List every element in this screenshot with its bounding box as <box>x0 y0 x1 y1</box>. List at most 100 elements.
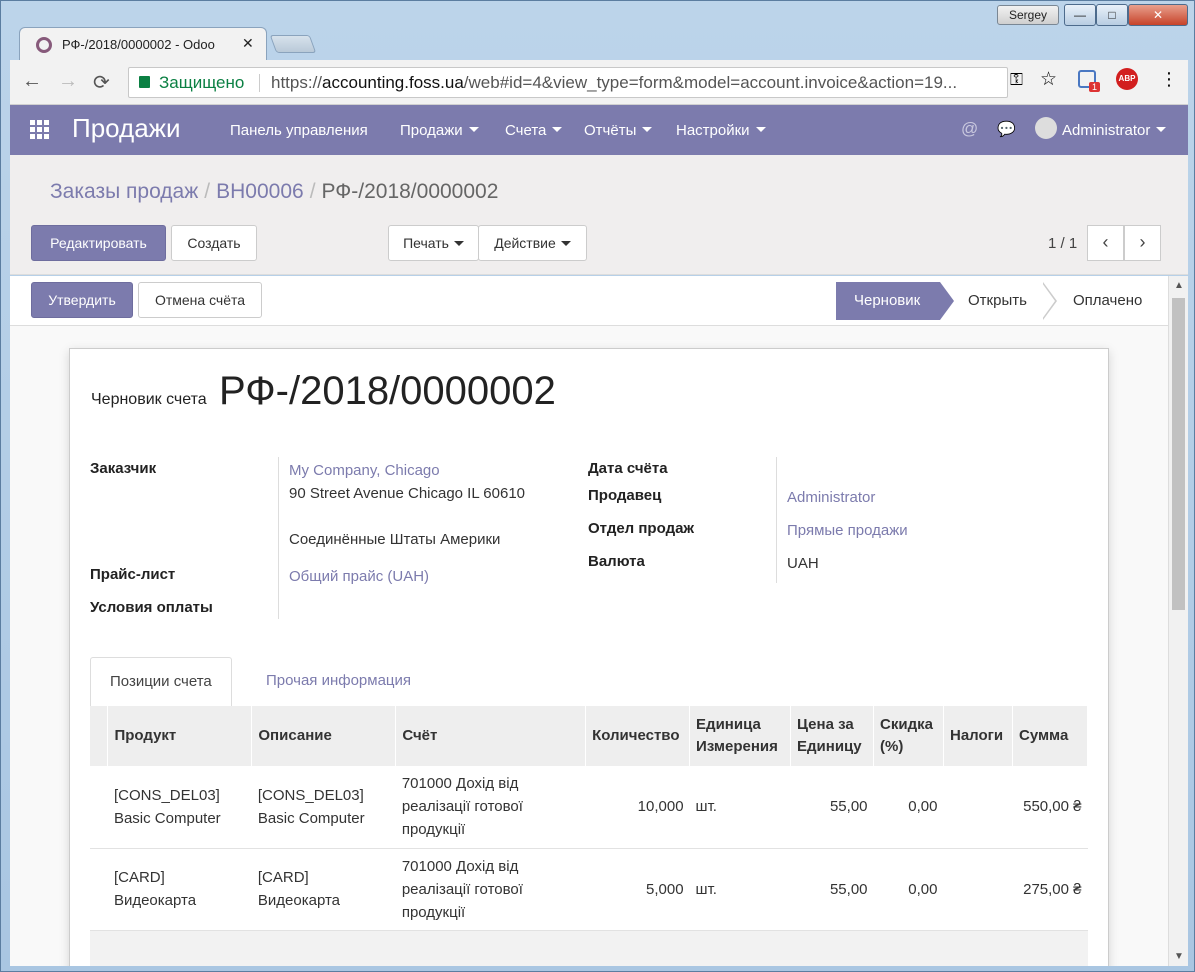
maximize-button[interactable]: □ <box>1096 4 1128 26</box>
app-name: Продажи <box>72 113 181 143</box>
invoice-lines-table: Продукт Описание Счёт Количество Единица… <box>90 706 1089 966</box>
create-button[interactable]: Создать <box>171 225 257 261</box>
extension-badge: 1 <box>1089 82 1101 92</box>
pricelist-link[interactable]: Общий прайс (UAH) <box>289 568 429 585</box>
form-view: Утвердить Отмена счёта Черновик Открыть … <box>10 276 1168 966</box>
cell-taxes <box>943 766 1013 849</box>
user-avatar[interactable] <box>1035 117 1057 139</box>
salesperson-link[interactable]: Administrator <box>787 489 875 506</box>
col-quantity[interactable]: Количество <box>585 706 691 766</box>
cell-taxes <box>943 848 1013 931</box>
status-draft[interactable]: Черновик <box>836 282 954 320</box>
pager-value[interactable]: 1 / 1 <box>1048 235 1077 252</box>
status-open[interactable]: Открыть <box>968 282 1027 320</box>
apps-grid-icon[interactable] <box>30 120 50 139</box>
col-account[interactable]: Счёт <box>395 706 587 766</box>
customer-address: 90 Street Avenue Chicago IL 60610 <box>289 485 526 502</box>
browser-window: Sergey — □ ✕ РФ-/2018/0000002 - Odoo ✕ ←… <box>0 0 1195 972</box>
tab-close-icon[interactable]: ✕ <box>242 35 254 52</box>
col-subtotal[interactable]: Сумма <box>1012 706 1089 766</box>
breadcrumb-current: РФ-/2018/0000002 <box>321 180 499 203</box>
menu-reports[interactable]: Отчёты <box>584 122 652 139</box>
breadcrumb-sales-orders[interactable]: Заказы продаж <box>50 180 198 203</box>
url-text: https://accounting.foss.ua/web#id=4&view… <box>271 73 958 92</box>
salesperson-label: Продавец <box>588 487 662 504</box>
new-tab-button[interactable] <box>269 35 317 53</box>
browser-toolbar: ← → ⟳ Защищено https://accounting.foss.u… <box>10 60 1188 105</box>
action-dropdown[interactable]: Действие <box>478 225 587 261</box>
minimize-button[interactable]: — <box>1064 4 1096 26</box>
mentions-icon[interactable]: @ <box>961 119 978 139</box>
cell-account: 701000 Дохід від реалізації готової продук… <box>395 766 586 849</box>
address-divider <box>259 74 260 92</box>
cell-uom: шт. <box>689 766 791 849</box>
invoice-title-prefix: Черновик счета <box>91 391 207 408</box>
cell-uom: шт. <box>689 848 791 931</box>
sales-team-label: Отдел продаж <box>588 520 695 537</box>
cell-quantity: 10,000 <box>585 766 690 849</box>
scroll-thumb[interactable] <box>1172 298 1185 610</box>
status-paid[interactable]: Оплачено <box>1073 282 1142 320</box>
pager-previous[interactable]: ‹ <box>1087 225 1124 261</box>
pricelist-label: Прайс-лист <box>90 566 176 583</box>
adblock-icon[interactable]: ABP <box>1116 68 1138 90</box>
row-handle <box>90 766 108 849</box>
handle-header <box>90 706 109 766</box>
row-handle <box>90 848 108 931</box>
breadcrumb: Заказы продаж / ВН00006/РФ-/2018/0000002 <box>50 180 499 203</box>
cell-product: [CONS_DEL03] Basic Computer <box>107 766 252 849</box>
windows-user-badge[interactable]: Sergey <box>997 5 1059 25</box>
col-unit-price[interactable]: Цена за Единицу <box>790 706 875 766</box>
col-taxes[interactable]: Налоги <box>943 706 1013 766</box>
menu-settings[interactable]: Настройки <box>676 122 766 139</box>
validate-button[interactable]: Утвердить <box>31 282 133 318</box>
cell-unit-price: 55,00 <box>790 766 874 849</box>
cell-unit-price: 55,00 <box>790 848 874 931</box>
key-icon[interactable]: ⚿ <box>1010 70 1023 90</box>
breadcrumb-order[interactable]: ВН00006 <box>216 180 304 203</box>
reload-icon[interactable]: ⟳ <box>93 70 110 95</box>
pager-next[interactable]: › <box>1124 225 1161 261</box>
cell-description: [CARD] Видеокарта <box>251 848 396 931</box>
table-footer-row <box>90 930 1088 966</box>
tab-invoice-lines[interactable]: Позиции счета <box>90 657 232 707</box>
sales-team-link[interactable]: Прямые продажи <box>787 522 908 539</box>
cell-quantity: 5,000 <box>585 848 690 931</box>
customer-country: Соединённые Штаты Америки <box>289 531 501 548</box>
col-uom[interactable]: Единица Измерения <box>689 706 792 766</box>
menu-dashboard[interactable]: Панель управления <box>230 122 368 139</box>
user-menu[interactable]: Administrator <box>1062 122 1166 139</box>
scroll-down-icon[interactable]: ▼ <box>1174 951 1184 962</box>
menu-invoices[interactable]: Счета <box>505 122 562 139</box>
edit-button[interactable]: Редактировать <box>31 225 166 261</box>
status-bar: Утвердить Отмена счёта Черновик Открыть … <box>10 276 1168 326</box>
odoo-favicon-icon <box>36 37 52 53</box>
col-description[interactable]: Описание <box>251 706 397 766</box>
page-scrollbar[interactable]: ▲ ▼ <box>1168 276 1188 966</box>
forward-icon[interactable]: → <box>58 70 78 93</box>
back-icon[interactable]: ← <box>22 70 42 93</box>
tab-other-info[interactable]: Прочая информация <box>247 657 430 707</box>
cell-account: 701000 Дохід від реалізації готової продук… <box>395 848 586 931</box>
chat-icon[interactable]: 💬 <box>997 120 1016 138</box>
col-product[interactable]: Продукт <box>107 706 253 766</box>
cell-product: [CARD] Видеокарта <box>107 848 252 931</box>
cancel-invoice-button[interactable]: Отмена счёта <box>138 282 262 318</box>
cell-subtotal: 275,00 ₴ <box>1012 848 1088 931</box>
address-bar[interactable]: Защищено https://accounting.foss.ua/web#… <box>128 67 1008 98</box>
browser-menu-icon[interactable]: ⋮ <box>1160 69 1178 90</box>
bookmark-star-icon[interactable]: ☆ <box>1040 68 1057 91</box>
invoice-number: РФ-/2018/0000002 <box>219 369 556 413</box>
cell-subtotal: 550,00 ₴ <box>1012 766 1088 849</box>
control-panel: Заказы продаж / ВН00006/РФ-/2018/0000002 Р… <box>10 155 1188 275</box>
col-discount[interactable]: Скидка (%) <box>873 706 944 766</box>
scroll-up-icon[interactable]: ▲ <box>1174 280 1184 291</box>
customer-link[interactable]: My Company, Chicago <box>289 462 440 479</box>
close-window-button[interactable]: ✕ <box>1128 4 1188 26</box>
menu-sales[interactable]: Продажи <box>400 122 479 139</box>
table-row[interactable]: [CARD] Видеокарта [CARD] Видеокарта 701000… <box>90 848 1088 931</box>
browser-tab[interactable]: РФ-/2018/0000002 - Odoo ✕ <box>19 27 267 61</box>
print-dropdown[interactable]: Печать <box>388 225 479 261</box>
table-row[interactable]: [CONS_DEL03] Basic Computer [CONS_DEL03] B… <box>90 766 1088 849</box>
currency-label: Валюта <box>588 553 645 570</box>
